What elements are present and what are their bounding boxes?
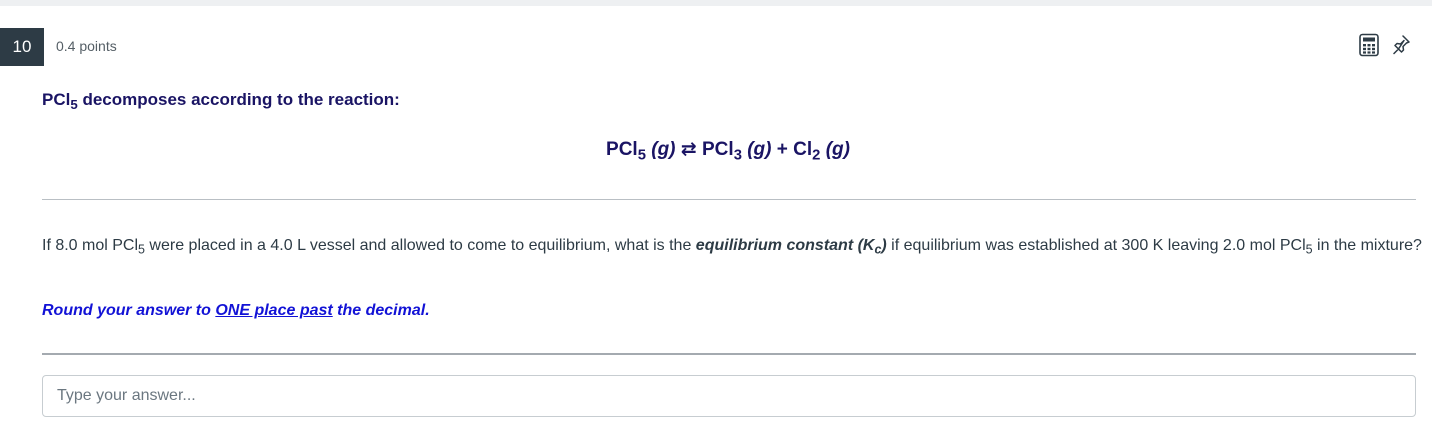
- product-2-state: (g): [825, 139, 850, 160]
- answer-divider: [42, 353, 1416, 355]
- body-subscript-2: 5: [1305, 242, 1313, 257]
- reaction-equation: PCl5 (g) ⇄ PCl3 (g) + Cl2 (g): [0, 138, 1432, 164]
- intro-compound: PCl: [42, 90, 71, 109]
- body-part-3: if equilibrium was established at 300 K …: [886, 237, 1306, 254]
- body-part-1: If 8.0 mol PCl: [42, 237, 139, 254]
- product-2: Cl: [793, 139, 813, 160]
- instruction-underlined: ONE place past: [215, 302, 333, 319]
- divider: [42, 199, 1416, 200]
- product-2-subscript: 2: [812, 147, 821, 164]
- body-part-2: were placed in a 4.0 L vessel and allowe…: [144, 237, 696, 254]
- top-strip: [0, 0, 1432, 6]
- reactant-subscript: 5: [637, 147, 646, 164]
- product-1-subscript: 3: [733, 147, 742, 164]
- intro-subscript: 5: [70, 96, 78, 112]
- product-1-state: (g): [747, 139, 772, 160]
- body-part-4: in the mixture?: [1312, 237, 1422, 254]
- equilibrium-arrow-icon: ⇄: [680, 139, 697, 160]
- reactant: PCl: [606, 139, 638, 160]
- intro-text: decomposes according to the reaction:: [77, 90, 400, 109]
- answer-input[interactable]: [42, 375, 1416, 417]
- rounding-instruction: Round your answer to ONE place past the …: [42, 302, 430, 320]
- instruction-prefix: Round your answer to: [42, 302, 216, 319]
- plus-sign: +: [776, 139, 788, 160]
- pin-icon[interactable]: [1390, 33, 1412, 57]
- instruction-suffix: the decimal.: [332, 302, 430, 319]
- question-number: 10: [0, 28, 44, 66]
- question-header: 10 0.4 points: [0, 28, 1432, 66]
- product-1: PCl: [702, 139, 734, 160]
- body-subscript-1: 5: [138, 242, 145, 257]
- question-intro: PCl5 decomposes according to the reactio…: [42, 90, 400, 112]
- equilibrium-constant-emphasis: equilibrium constant (Kc): [695, 237, 887, 256]
- reactant-state: (g): [651, 139, 676, 160]
- question-points: 0.4 points: [56, 38, 117, 54]
- emphasis-text: equilibrium constant (K: [695, 237, 875, 254]
- calculator-icon[interactable]: [1358, 33, 1380, 57]
- question-body: If 8.0 mol PCl5 were placed in a 4.0 L v…: [42, 233, 1422, 259]
